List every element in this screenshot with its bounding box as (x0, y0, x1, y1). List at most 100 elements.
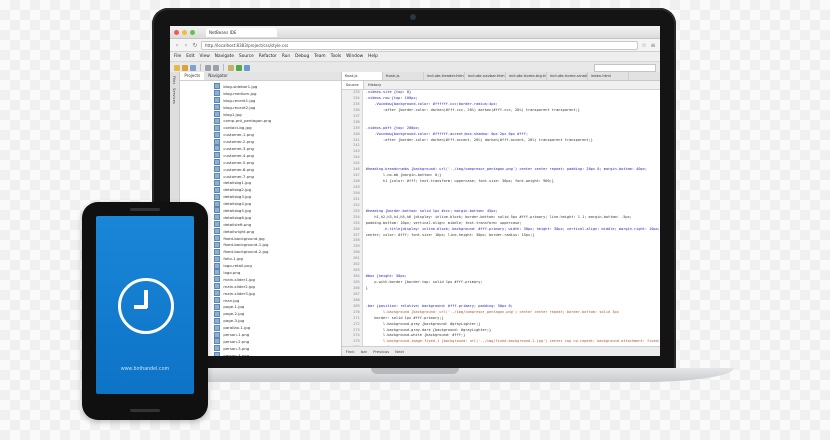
file-name: blog-recent1.jpg (223, 97, 256, 103)
code-text[interactable]: .videos.site {top: 0} .videos.row {top: 1… (363, 90, 660, 346)
file-tree-item[interactable]: detailsbg4.jpg (180, 200, 340, 207)
new-project-icon[interactable] (174, 64, 180, 71)
file-name: parallax-1.jpg (223, 325, 251, 331)
file-name: detailsright.png (223, 228, 255, 234)
file-tree-item[interactable]: detailsbg3.jpg (180, 193, 340, 200)
run-icon[interactable] (236, 64, 242, 71)
services-strip-label[interactable]: Services (172, 88, 177, 104)
file-tree-item[interactable]: comp-pnt_pentagon.png (180, 117, 340, 124)
menu-item-window[interactable]: Window (346, 54, 363, 59)
file-name: comp-pnt_pentagon.png (223, 118, 272, 124)
file-tab[interactable]: float.js (341, 72, 383, 80)
menu-item-edit[interactable]: Edit (186, 54, 194, 59)
file-name: person-2.png (223, 338, 250, 344)
file-name: customer-5.png (223, 159, 255, 165)
file-tree-item[interactable]: detailsbg2.jpg (180, 186, 340, 193)
file-tree-item[interactable]: customer-2.png (180, 138, 340, 145)
file-name: logo.png (223, 269, 241, 275)
image-file-icon (214, 269, 221, 276)
ide-search-input[interactable] (594, 63, 656, 72)
file-tree-item[interactable]: blog1.jpg (180, 111, 340, 118)
image-file-icon (214, 200, 221, 207)
build-icon[interactable] (228, 64, 234, 71)
back-icon[interactable]: ‹ (174, 42, 180, 49)
file-tree-item[interactable]: contact-bg.jpg (180, 124, 340, 131)
tab-source[interactable]: Source (341, 81, 364, 89)
file-tab[interactable]: frosh.js (383, 72, 424, 80)
file-tree-item[interactable]: customer-5.png (180, 159, 340, 166)
menu-item-team[interactable]: Team (314, 54, 325, 59)
editor-subtoolbar: Source History (341, 81, 660, 90)
find-previous-button[interactable]: Previous (373, 347, 389, 356)
file-tree-item[interactable]: customer-6.png (180, 166, 340, 173)
image-file-icon (214, 173, 221, 180)
image-file-icon (214, 310, 221, 317)
file-tree-item[interactable]: blog-recent2.jpg (180, 104, 340, 111)
tab-navigator[interactable]: Navigator (204, 72, 232, 80)
menu-item-navigate[interactable]: Navigate (215, 54, 234, 59)
file-tree-item[interactable]: detailsbg1.jpg (180, 179, 340, 186)
find-next-button[interactable]: Next (395, 347, 404, 356)
minimize-window-icon[interactable] (182, 29, 187, 35)
image-file-icon (214, 297, 221, 304)
file-tree-item[interactable]: blog-sidebar1.jpg (180, 83, 340, 90)
star-icon[interactable]: ☆ (641, 42, 647, 49)
menu-item-view[interactable]: View (200, 54, 210, 59)
menu-item-run[interactable]: Run (282, 54, 290, 59)
menu-item-file[interactable]: File (174, 54, 181, 59)
file-name: customer-4.png (223, 152, 255, 158)
file-name: main-slider3.jpg (223, 290, 255, 296)
menu-item-source[interactable]: Source (239, 54, 254, 59)
image-file-icon (214, 193, 221, 200)
image-file-icon (214, 159, 221, 166)
save-icon[interactable] (190, 64, 196, 71)
file-tree-item[interactable]: customer-1.png (180, 131, 340, 138)
browser-tab[interactable]: NetBeans IDE (206, 27, 277, 37)
menu-item-help[interactable]: Help (368, 54, 378, 59)
file-name: detailsbg5.jpg (223, 207, 252, 213)
find-label: Find: (345, 349, 355, 354)
file-name: folio-1.jpg (223, 256, 243, 262)
file-tab[interactable]: index.html (588, 72, 629, 80)
image-file-icon (214, 235, 221, 242)
open-project-icon[interactable] (182, 64, 188, 71)
reload-icon[interactable]: ↻ (192, 42, 198, 49)
phone-url-text: www.bothandel.com (120, 366, 170, 372)
file-name: person-3.png (223, 345, 250, 351)
toolbar-separator (223, 64, 224, 71)
file-tab[interactable]: include-navbar.html (465, 72, 506, 80)
address-bar[interactable]: http://localhost:8383/project/css/style.… (201, 40, 638, 50)
file-tab[interactable]: include-header.html (424, 72, 465, 80)
image-file-icon (214, 145, 221, 152)
undo-icon[interactable] (205, 64, 211, 71)
forward-icon[interactable]: › (183, 42, 189, 49)
file-tab[interactable]: include-home-small.html (547, 72, 588, 80)
file-name: blog-recent2.jpg (223, 104, 256, 110)
image-file-icon (214, 303, 221, 310)
file-name: blog1.jpg (223, 111, 242, 117)
menu-item-refactor[interactable]: Refactor (259, 54, 277, 59)
close-window-icon[interactable] (174, 29, 179, 35)
image-file-icon (214, 90, 221, 97)
menu-icon[interactable]: ≡ (650, 42, 656, 49)
debug-icon[interactable] (244, 64, 250, 71)
file-tree-item[interactable]: customer-7.png (180, 173, 340, 180)
find-input[interactable]: bar (361, 347, 367, 356)
menu-item-debug[interactable]: Debug (295, 54, 309, 59)
file-tree-item[interactable]: customer-3.png (180, 145, 340, 152)
file-name: main-slider2.jpg (223, 283, 255, 289)
file-tree-item[interactable]: customer-4.png (180, 152, 340, 159)
file-tree-item[interactable]: blog-medium.jpg (180, 90, 340, 97)
code-area[interactable]: 233 234 235 236 237 238 239 240 241 242 243 244 245 2… (341, 90, 660, 346)
files-strip-label[interactable]: Files (172, 76, 177, 84)
maximize-window-icon[interactable] (190, 29, 195, 35)
browser-titlebar: NetBeans IDE (170, 26, 660, 39)
file-name: customer-2.png (223, 139, 255, 145)
file-tab[interactable]: include-home-big.html (506, 72, 547, 80)
image-file-icon (214, 352, 221, 356)
tab-history[interactable]: History (364, 81, 386, 89)
file-tree-item[interactable]: blog-recent1.jpg (180, 97, 340, 104)
menu-item-tools[interactable]: Tools (331, 54, 342, 59)
redo-icon[interactable] (213, 64, 219, 71)
tab-projects[interactable]: Projects (180, 72, 205, 80)
